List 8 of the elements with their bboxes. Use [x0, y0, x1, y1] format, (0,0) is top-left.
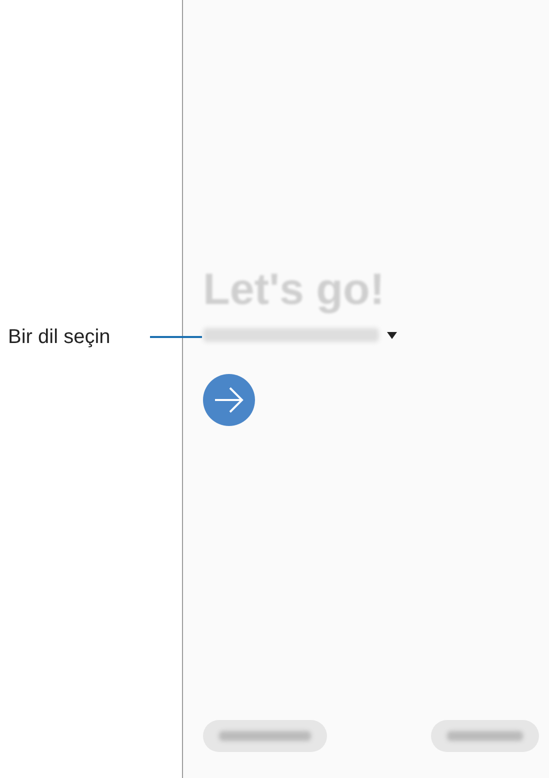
leader-line [150, 336, 202, 338]
callout-label: Bir dil seçin [8, 326, 110, 348]
next-button[interactable] [203, 374, 255, 426]
pill-button[interactable] [203, 720, 327, 752]
arrow-right-icon [213, 386, 245, 414]
language-dropdown[interactable] [203, 328, 379, 342]
dropdown-caret-icon [387, 332, 397, 338]
pill-button[interactable] [431, 720, 539, 752]
